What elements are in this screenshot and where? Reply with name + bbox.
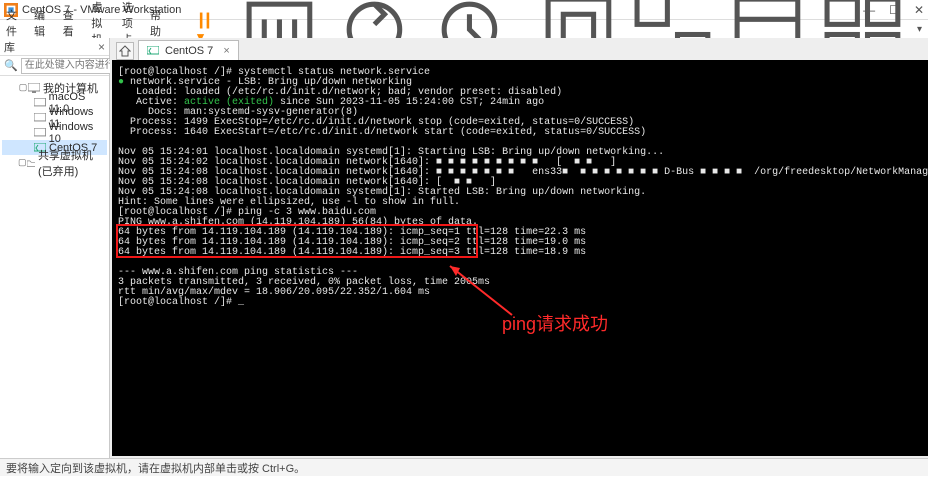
tree-shared[interactable]: ▢共享虚拟机 (已弃用) — [2, 155, 107, 170]
vm-icon — [34, 98, 46, 108]
highlight-box — [116, 224, 478, 258]
vm-icon — [34, 128, 46, 138]
annotation-text: ping请求成功 — [502, 310, 608, 336]
menubar: 文件(F) 编辑(E) 查看(V) 虚拟机(M) 选项卡(T) 帮助(H) ┃┃… — [0, 20, 928, 38]
computer-icon — [28, 83, 40, 93]
sidebar-close-icon[interactable]: × — [98, 40, 105, 54]
vm-running-icon — [147, 46, 159, 56]
tabstrip: CentOS 7 × — [110, 38, 928, 60]
vm-tab-label: CentOS 7 — [165, 45, 213, 57]
sidebar-heading-row: 库 × — [0, 38, 109, 56]
tree-item-win10[interactable]: Windows 10 — [2, 125, 107, 140]
search-icon: 🔍 — [4, 59, 18, 72]
home-tab[interactable] — [116, 42, 134, 60]
library-sidebar: 库 × 🔍 ▼ ▢我的计算机 macOS 11.0 Windows 11 Win… — [0, 38, 110, 458]
sidebar-heading: 库 — [4, 39, 15, 55]
statusbar-text: 要将输入定向到该虚拟机，请在虚拟机内部单击或按 Ctrl+G。 — [6, 460, 305, 476]
statusbar: 要将输入定向到该虚拟机，请在虚拟机内部单击或按 Ctrl+G。 — [0, 458, 928, 476]
vm-tree: ▢我的计算机 macOS 11.0 Windows 11 Windows 10 … — [0, 76, 109, 174]
vm-icon — [34, 113, 46, 123]
toolbar-dropdown-icon[interactable]: ▾ — [917, 24, 922, 35]
folder-icon — [27, 158, 35, 168]
tab-close-icon[interactable]: × — [223, 45, 229, 57]
close-icon[interactable]: ✕ — [914, 3, 924, 17]
sidebar-search-row: 🔍 ▼ — [0, 56, 109, 76]
main-area: CentOS 7 × [root@localhost /]# systemctl… — [110, 38, 928, 458]
vm-tab-centos7[interactable]: CentOS 7 × — [138, 40, 239, 60]
guest-terminal[interactable]: [root@localhost /]# systemctl status net… — [112, 60, 928, 456]
home-icon — [119, 45, 131, 57]
